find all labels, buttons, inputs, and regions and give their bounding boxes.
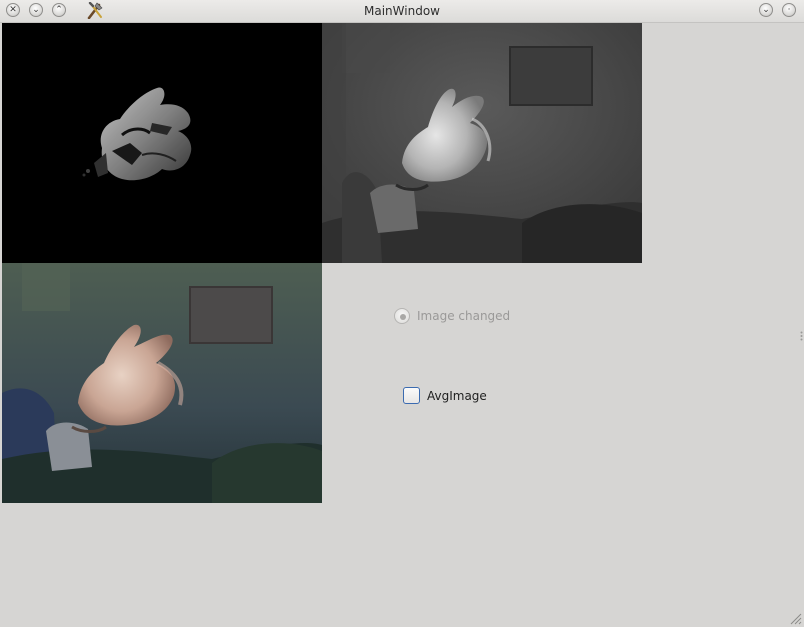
- resize-grip-icon[interactable]: [790, 613, 802, 625]
- splitter-handle-icon[interactable]: [800, 331, 803, 341]
- color-image-view: [2, 263, 322, 503]
- title-bar[interactable]: ✕ ⌄ ⌃ MainWindow ⌄ ·: [0, 0, 804, 23]
- window-title: MainWindow: [364, 4, 440, 18]
- radio-checked-dot: [400, 314, 406, 320]
- checkbox-indicator[interactable]: [403, 387, 420, 404]
- depth-image-view: [2, 23, 322, 263]
- central-widget: Image changed AvgImage: [0, 23, 804, 627]
- infrared-image-view: [322, 23, 642, 263]
- avg-image-label: AvgImage: [427, 389, 487, 403]
- window-menu-icon[interactable]: ·: [782, 3, 796, 17]
- radio-indicator[interactable]: [394, 308, 410, 324]
- shade-icon[interactable]: ⌄: [759, 3, 773, 17]
- image-changed-label: Image changed: [417, 309, 511, 323]
